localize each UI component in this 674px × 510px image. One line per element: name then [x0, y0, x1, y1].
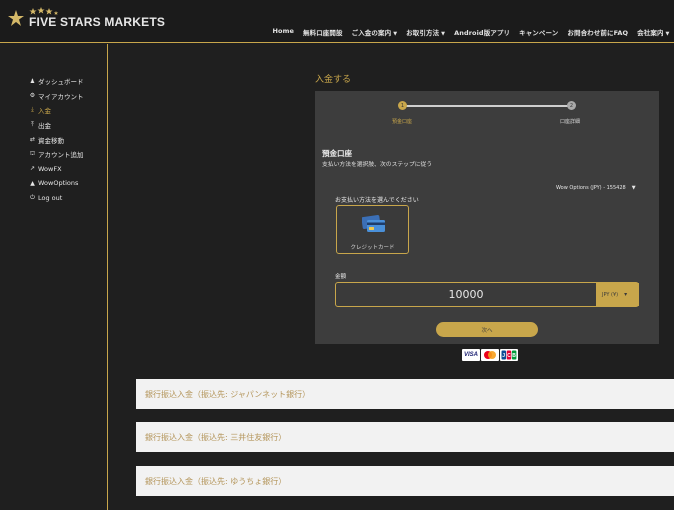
chevron-down-icon: ▼ [665, 31, 670, 37]
sidebar-item-label: WowOptions [38, 179, 79, 188]
gear-icon: ⚙ [29, 92, 36, 100]
sidebar-item-label: 資金移動 [38, 136, 64, 145]
jcb-logo-icon: JCB [500, 349, 518, 361]
sidebar-item-logout[interactable]: ⏻ Log out [29, 191, 84, 206]
sidebar-item-label: WowFX [38, 164, 62, 173]
page-title: 入金する [315, 75, 352, 85]
sidebar-item-label: 入金 [38, 107, 51, 116]
nav-faq[interactable]: お問合わせ前にFAQ [563, 27, 633, 37]
credit-card-option[interactable]: クレジットカード [336, 205, 409, 254]
step-1-indicator: 1 [398, 101, 407, 110]
account-select-value: Wow Options (JPY) - 155428 [556, 185, 626, 191]
bank-transfer-smbc[interactable]: 銀行振込入金（振込先: 三井住友銀行） [136, 422, 674, 452]
nav-campaign[interactable]: キャンペーン [515, 27, 563, 37]
nav-trading-method[interactable]: お取引方法 ▼ [402, 27, 450, 37]
step-2-indicator: 2 [567, 101, 576, 110]
nav-label: キャンペーン [519, 29, 559, 37]
account-select[interactable]: Wow Options (JPY) - 155428 ▼ [556, 185, 636, 191]
section-subtitle: 支払い方法を選択肢、次のステップに従う [322, 162, 433, 168]
sidebar-item-my-account[interactable]: ⚙ マイアカウント [29, 89, 84, 104]
chevron-down-icon: ▾ [624, 291, 628, 298]
currency-select[interactable]: JPY (¥) ▾ [597, 283, 639, 306]
chevron-down-icon: ▼ [441, 31, 446, 37]
step-1-label: 預金口座 [392, 119, 413, 125]
sidebar-item-wowoptions[interactable]: ▲ WowOptions [29, 176, 84, 191]
stepper-line [403, 105, 573, 107]
chevron-down-icon: ▼ [631, 185, 636, 191]
visa-logo-icon: VISA [462, 349, 480, 361]
power-icon: ⏻ [30, 194, 35, 202]
nav-deposit-guide[interactable]: ご入金の案内 ▼ [347, 27, 402, 37]
sidebar-item-label: アカウント追加 [38, 151, 84, 160]
svg-text:J: J [502, 353, 505, 359]
sidebar: ♟ ダッシュボード ⚙ マイアカウント ⤓ 入金 ⤒ 出金 ⇄ 資金移動 ⛫ アカウント追加… [0, 44, 108, 510]
deposit-panel: 1 2 預金口座 口座詳細 預金口座 支払い方法を選択肢、次のステップに従う W… [315, 91, 659, 344]
sidebar-item-deposit[interactable]: ⤓ 入金 [29, 103, 84, 118]
nav-company[interactable]: 会社案内 ▼ [633, 27, 674, 37]
step-2-label: 口座詳細 [560, 119, 581, 125]
nav-android-app[interactable]: Android版アプリ [450, 27, 515, 37]
nav-label: Android版アプリ [454, 29, 511, 37]
nav-home[interactable]: Home [268, 27, 299, 37]
nav-label: 会社案内 [637, 29, 664, 37]
mastercard-logo-icon [481, 349, 499, 361]
user-icon: ♟ [29, 77, 36, 85]
sidebar-item-withdraw[interactable]: ⤒ 出金 [29, 118, 84, 133]
sidebar-item-label: ダッシュボード [38, 78, 84, 87]
area-chart-icon: ▲ [30, 179, 35, 187]
card-brands: VISA JCB [462, 349, 518, 361]
amount-label: 金額 [335, 274, 347, 280]
sidebar-item-label: 出金 [38, 122, 51, 131]
chart-icon: ↗ [29, 165, 36, 173]
svg-text:B: B [512, 353, 516, 359]
credit-card-icon [362, 214, 385, 232]
next-button[interactable]: 次へ [436, 322, 538, 337]
upload-icon: ⤒ [31, 121, 34, 129]
nav-label: お問合わせ前にFAQ [567, 29, 629, 37]
payment-method-label: お支払い方法を選んでください [335, 197, 419, 204]
bank-transfer-japannet[interactable]: 銀行振込入金（振込先: ジャパンネット銀行） [136, 379, 674, 409]
credit-card-label: クレジットカード [350, 245, 395, 251]
main-nav: Home 無料口座開設 ご入金の案内 ▼ お取引方法 ▼ Android版アプリ キ… [268, 27, 674, 37]
logo-text: FIVE STARS MARKETS [29, 15, 166, 29]
chevron-down-icon: ▼ [393, 31, 398, 37]
nav-label: ご入金の案内 [351, 29, 392, 37]
sidebar-item-transfer[interactable]: ⇄ 資金移動 [29, 132, 84, 147]
nav-open-account[interactable]: 無料口座開設 [299, 27, 348, 37]
transfer-icon: ⇄ [29, 136, 36, 144]
top-header: FIVE STARS MARKETS Home 無料口座開設 ご入金の案内 ▼ お… [0, 0, 674, 43]
nav-label: Home [272, 27, 294, 35]
currency-value: JPY (¥) [602, 291, 619, 298]
section-title: 預金口座 [322, 149, 352, 158]
sidebar-item-add-account[interactable]: ⛫ アカウント追加 [29, 147, 84, 162]
bank-icon: ⛫ [29, 150, 36, 158]
bank-transfer-yucho[interactable]: 銀行振込入金（振込先: ゆうちょ銀行） [136, 466, 674, 496]
amount-input[interactable] [336, 283, 597, 306]
sidebar-menu: ♟ ダッシュボード ⚙ マイアカウント ⤓ 入金 ⤒ 出金 ⇄ 資金移動 ⛫ アカウント追加… [29, 74, 84, 205]
amount-group: JPY (¥) ▾ [335, 282, 639, 307]
svg-text:C: C [507, 353, 511, 359]
download-icon: ⤓ [31, 106, 34, 114]
sidebar-item-label: Log out [38, 194, 63, 203]
sidebar-item-label: マイアカウント [38, 92, 84, 101]
sidebar-item-wowfx[interactable]: ↗ WowFX [29, 162, 84, 177]
sidebar-item-dashboard[interactable]: ♟ ダッシュボード [29, 74, 84, 89]
nav-label: お取引方法 [406, 29, 440, 37]
nav-label: 無料口座開設 [303, 29, 343, 37]
